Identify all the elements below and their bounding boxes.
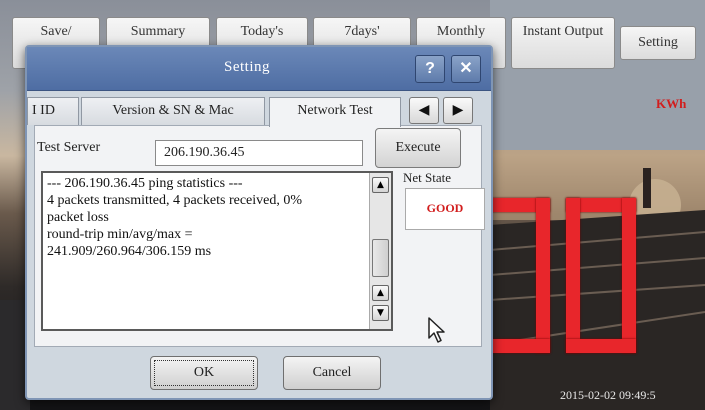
net-state-box: GOOD	[405, 188, 485, 230]
mouse-cursor-icon	[428, 317, 445, 343]
net-state-value: GOOD	[426, 201, 464, 215]
output-scrollbar[interactable]: ▲ ▲ ▼	[369, 173, 391, 329]
ok-button[interactable]: OK	[150, 356, 258, 390]
datetime-readout: 2015-02-02 09:49:5	[560, 388, 656, 402]
close-icon: ✕	[459, 60, 473, 77]
output-line: --- 206.190.36.45 ping statistics ---	[47, 176, 243, 191]
scroll-up-icon: ▲	[377, 180, 384, 190]
output-line: 4 packets transmitted, 4 packets receive…	[47, 193, 303, 208]
output-line: 241.909/260.964/306.159 ms	[47, 244, 212, 259]
test-server-input[interactable]	[155, 140, 363, 166]
execute-button[interactable]: Execute	[375, 128, 461, 168]
test-server-label: Test Server	[37, 140, 101, 155]
triangle-right-icon: ▶	[452, 102, 464, 118]
unit-label: KWh	[656, 96, 687, 111]
help-icon: ?	[425, 60, 435, 77]
scroll-up-button-lower[interactable]: ▲	[372, 285, 389, 301]
scroll-down-icon: ▼	[377, 308, 384, 318]
network-test-panel: Test Server Execute --- 206.190.36.45 pi…	[34, 125, 485, 347]
cancel-button[interactable]: Cancel	[283, 356, 381, 390]
tab-scroll-right-button[interactable]: ▶	[443, 97, 473, 124]
setting-dialog: Setting ? ✕ I ID Version & SN & Mac Netw…	[25, 45, 493, 400]
dialog-title: Setting	[223, 59, 270, 75]
tab-id[interactable]: I ID	[27, 97, 79, 125]
close-button[interactable]: ✕	[451, 55, 481, 83]
output-line: packet loss	[47, 210, 109, 225]
ping-output-box[interactable]: --- 206.190.36.45 ping statistics --- 4 …	[41, 171, 393, 331]
dialog-title-bar[interactable]: Setting ? ✕	[27, 47, 491, 91]
ping-output-text: --- 206.190.36.45 ping statistics --- 4 …	[47, 175, 367, 260]
help-button[interactable]: ?	[415, 55, 445, 83]
tab-scroll-left-button[interactable]: ◀	[409, 97, 439, 124]
scrollbar-thumb[interactable]	[372, 239, 389, 277]
scroll-up-icon: ▲	[377, 288, 384, 298]
scroll-up-button[interactable]: ▲	[372, 177, 389, 193]
tab-version-sn-mac[interactable]: Version & SN & Mac	[81, 97, 265, 125]
output-line: round-trip min/avg/max =	[47, 227, 193, 242]
triangle-left-icon: ◀	[418, 102, 430, 118]
net-state-label: Net State	[403, 170, 452, 185]
tab-setting[interactable]: Setting	[620, 26, 696, 60]
tab-instant-output[interactable]: Instant Output	[511, 17, 615, 69]
scroll-down-button[interactable]: ▼	[372, 305, 389, 321]
tab-network-test[interactable]: Network Test	[269, 97, 401, 127]
